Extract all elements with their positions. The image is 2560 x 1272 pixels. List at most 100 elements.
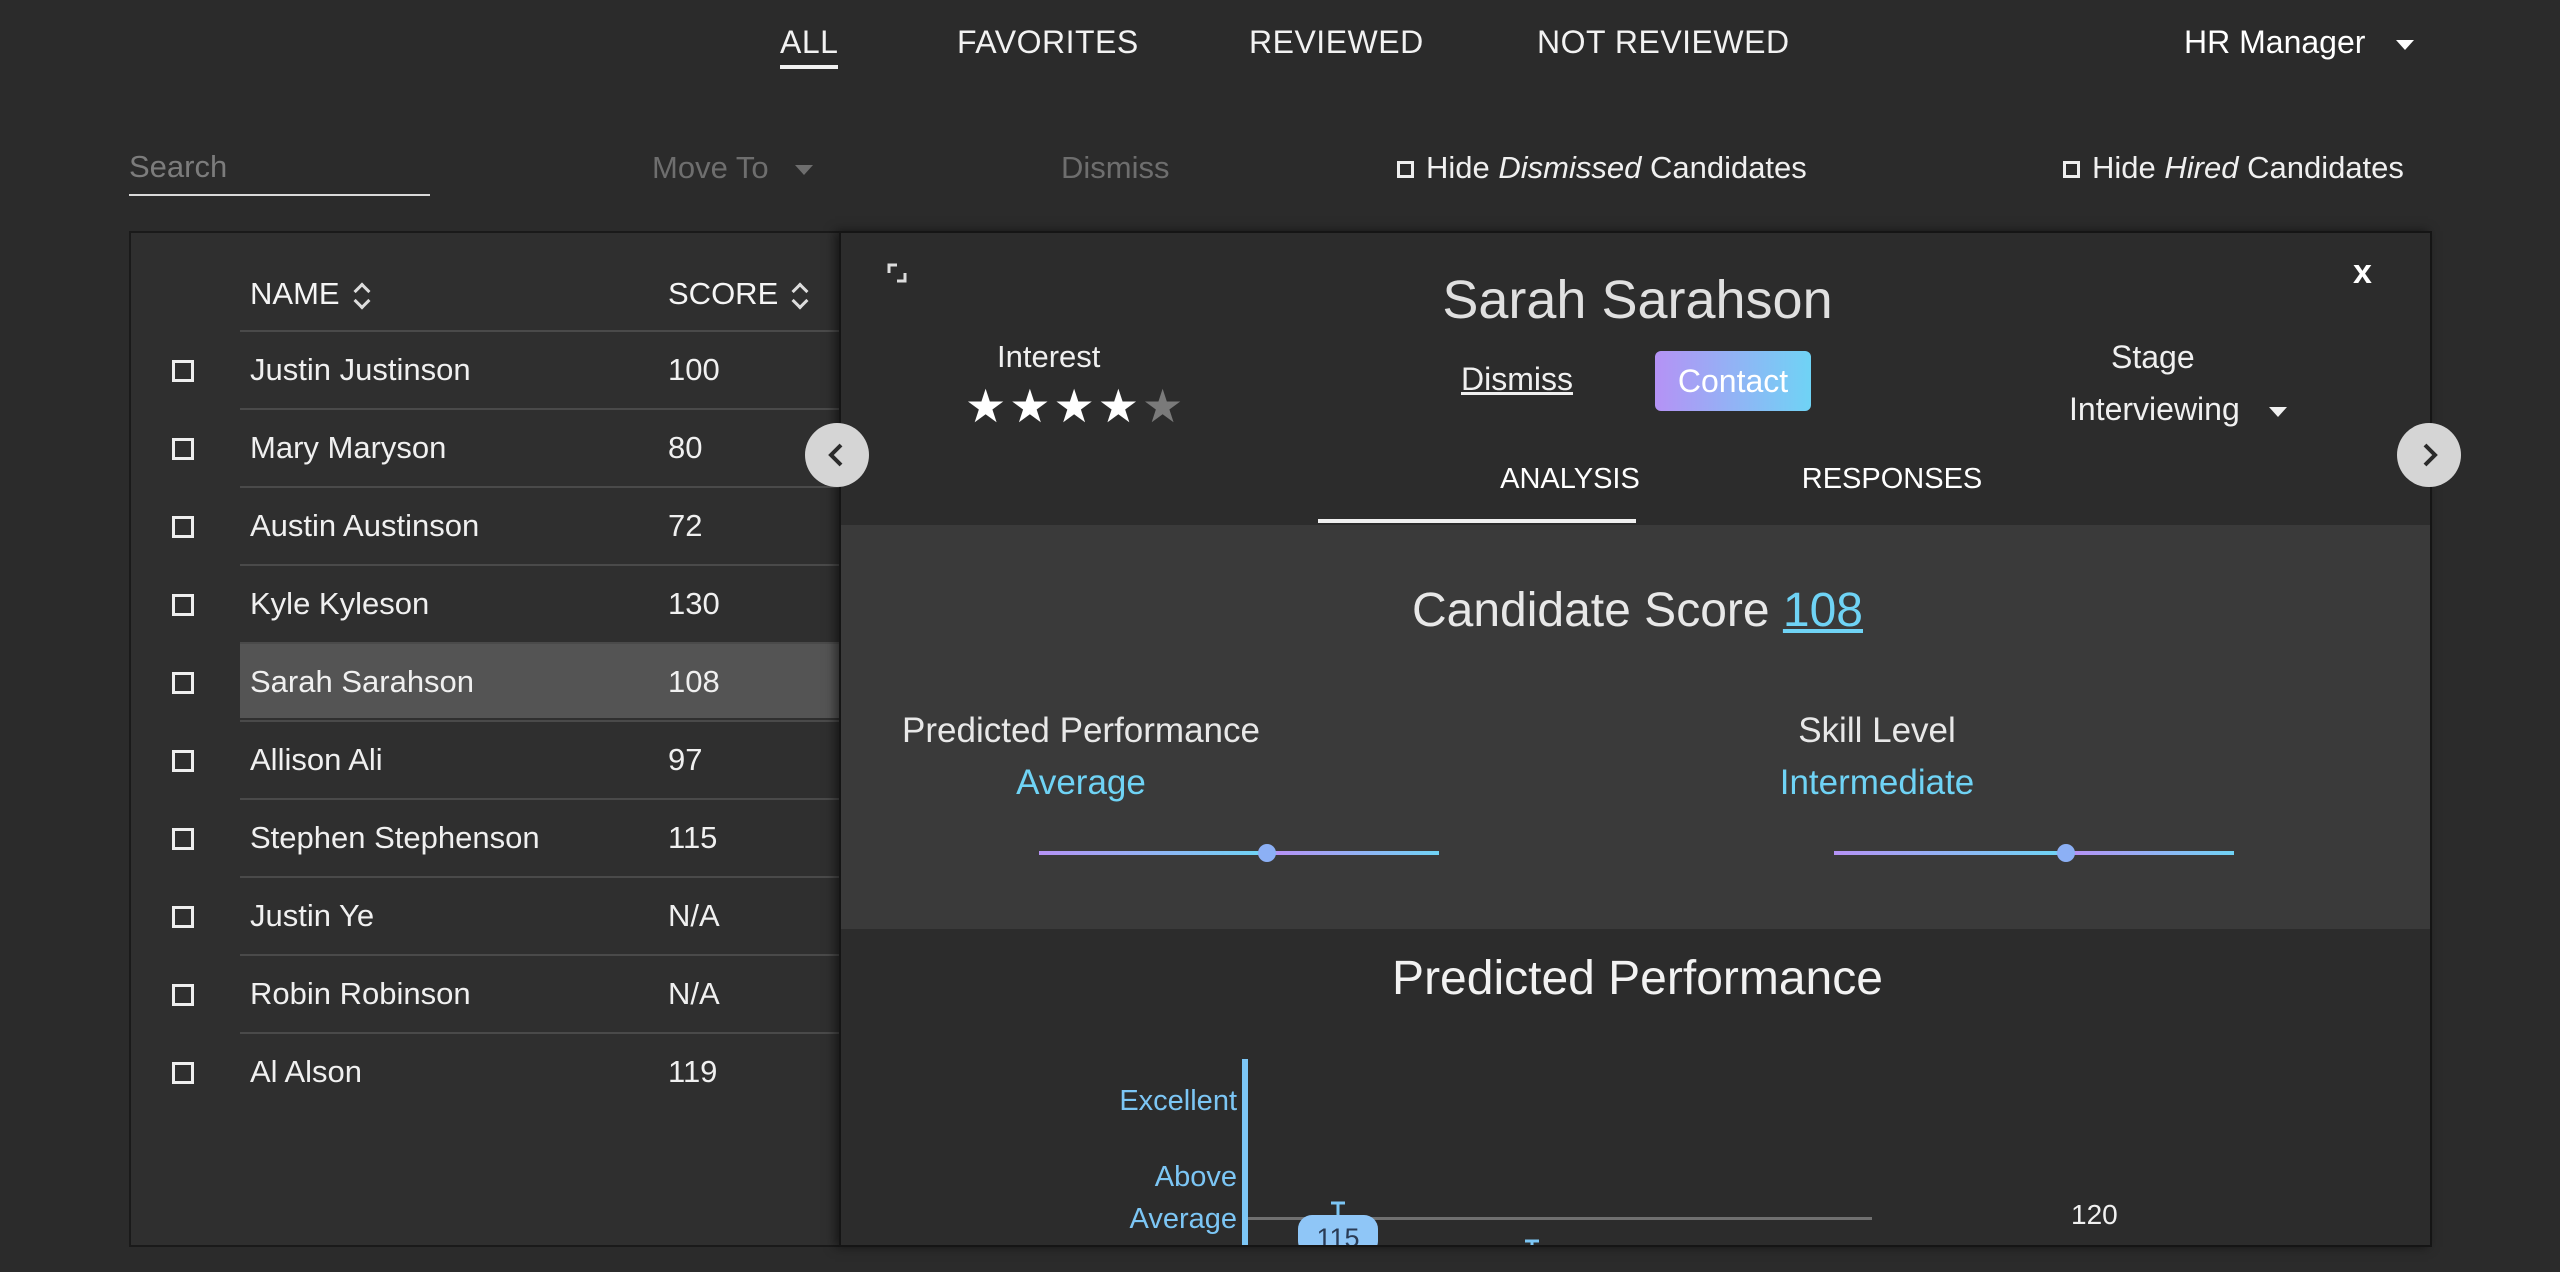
stage-value: Interviewing <box>2069 391 2240 427</box>
predicted-performance-chart-title: Predicted Performance <box>1392 952 1883 1005</box>
skill-level-value: Intermediate <box>1779 763 1975 802</box>
dismiss-link[interactable]: Dismiss <box>1461 361 1573 398</box>
candidate-score: 80 <box>668 430 703 465</box>
candidate-name: Robin Robinson <box>250 976 471 1011</box>
move-to-dropdown[interactable]: Move To <box>652 150 814 186</box>
candidate-name: Allison Ali <box>250 742 383 777</box>
hide-dismissed-suffix: Candidates <box>1641 150 1807 185</box>
hide-dismissed-toggle[interactable]: Hide Dismissed Candidates <box>1397 150 1807 186</box>
star-filled-icon[interactable]: ★ <box>1098 380 1139 432</box>
row-checkbox[interactable] <box>172 594 194 616</box>
row-checkbox[interactable] <box>172 828 194 850</box>
role-dropdown[interactable]: HR Manager <box>2184 24 2415 61</box>
role-label: HR Manager <box>2184 24 2366 60</box>
row-checkbox[interactable] <box>172 1062 194 1084</box>
active-tab-indicator <box>1318 519 1636 523</box>
score-summary-section: Candidate Score 108 Predicted Performanc… <box>841 525 2430 929</box>
search-input[interactable] <box>129 140 430 196</box>
candidate-score-value[interactable]: 108 <box>1783 584 1863 637</box>
candidate-name-title: Sarah Sarahson <box>1442 270 1833 330</box>
error-bar-icon <box>1525 1239 1539 1245</box>
candidate-score: 100 <box>668 352 720 387</box>
hide-hired-prefix: Hide <box>2092 150 2165 185</box>
predicted-performance-value: Average <box>1016 763 1146 802</box>
skill-level-slider <box>1834 844 2234 862</box>
reference-value: 120 <box>2071 1199 2118 1230</box>
y-label-excellent: Excellent <box>1119 1085 1237 1117</box>
candidate-score: 72 <box>668 508 703 543</box>
candidate-name: Austin Austinson <box>250 508 480 543</box>
previous-candidate-button[interactable] <box>805 423 869 487</box>
tab-all[interactable]: ALL <box>780 24 839 69</box>
table-row[interactable]: Al Alson 119 <box>240 1032 841 1108</box>
candidate-name: Justin Justinson <box>250 352 471 387</box>
row-checkbox[interactable] <box>172 984 194 1006</box>
skill-level-label: Skill Level <box>1798 711 1956 750</box>
close-icon[interactable]: x <box>2353 253 2372 292</box>
checkbox-icon <box>1397 161 1414 179</box>
candidate-name: Mary Maryson <box>250 430 447 465</box>
stage-dropdown[interactable]: Interviewing <box>2069 391 2287 428</box>
sort-icon <box>354 281 370 311</box>
row-checkbox[interactable] <box>172 360 194 382</box>
tab-responses[interactable]: RESPONSES <box>1734 463 2050 496</box>
table-row[interactable]: Stephen Stephenson 115 <box>240 798 841 874</box>
table-row[interactable]: Justin Justinson 100 <box>240 330 841 406</box>
candidate-score: 108 <box>668 664 720 699</box>
row-checkbox[interactable] <box>172 750 194 772</box>
candidate-score-label: Candidate Score <box>1412 584 1783 637</box>
stage-label: Stage <box>2111 339 2195 375</box>
row-checkbox[interactable] <box>172 906 194 928</box>
star-filled-icon[interactable]: ★ <box>1009 380 1050 432</box>
candidate-name: Al Alson <box>250 1054 363 1089</box>
tab-analysis[interactable]: ANALYSIS <box>1412 463 1728 496</box>
tab-reviewed[interactable]: REVIEWED <box>1249 24 1424 61</box>
checkbox-icon <box>2063 161 2080 179</box>
dismiss-bulk-button[interactable]: Dismiss <box>1061 150 1170 186</box>
name-header-label: NAME <box>250 276 340 311</box>
star-empty-icon[interactable]: ★ <box>1142 380 1183 432</box>
chevron-down-icon <box>2268 406 2287 417</box>
table-row-selected[interactable]: Sarah Sarahson 108 <box>240 642 841 718</box>
hide-hired-toggle[interactable]: Hide Hired Candidates <box>2063 150 2404 186</box>
sort-icon <box>792 281 808 311</box>
candidate-score-heading: Candidate Score 108 <box>841 583 2430 638</box>
candidate-score: N/A <box>668 976 720 1011</box>
slider-handle <box>2057 844 2075 862</box>
candidate-score: 115 <box>668 820 718 855</box>
candidate-name: Sarah Sarahson <box>250 664 475 699</box>
tab-favorites[interactable]: FAVORITES <box>957 24 1139 61</box>
table-row[interactable]: Justin Ye N/A <box>240 876 841 952</box>
candidate-score: N/A <box>668 898 720 933</box>
next-candidate-button[interactable] <box>2397 423 2461 487</box>
candidate-score: 97 <box>668 742 703 777</box>
contact-button[interactable]: Contact <box>1655 351 1811 411</box>
table-row[interactable]: Robin Robinson N/A <box>240 954 841 1030</box>
hide-hired-suffix: Candidates <box>2238 150 2404 185</box>
chevron-down-icon <box>2396 39 2415 50</box>
y-label-above: Above <box>1154 1161 1237 1193</box>
interest-label: Interest <box>997 339 1101 374</box>
interest-rating[interactable]: ★★★★★ <box>965 379 1186 433</box>
row-checkbox[interactable] <box>172 516 194 538</box>
predicted-performance-label: Predicted Performance <box>902 711 1260 750</box>
name-column-header[interactable]: NAME <box>250 276 370 312</box>
table-row[interactable]: Kyle Kyleson 130 <box>240 564 841 640</box>
chevron-down-icon <box>795 164 814 175</box>
candidate-name: Stephen Stephenson <box>250 820 540 855</box>
tab-not-reviewed[interactable]: NOT REVIEWED <box>1537 24 1790 61</box>
candidate-score: 130 <box>668 586 720 621</box>
table-row[interactable]: Austin Austinson 72 <box>240 486 841 562</box>
score-column-header[interactable]: SCORE <box>668 276 808 312</box>
chevron-right-icon <box>2423 443 2438 467</box>
star-filled-icon[interactable]: ★ <box>965 380 1006 432</box>
star-filled-icon[interactable]: ★ <box>1054 380 1095 432</box>
score-bubble[interactable]: 115 <box>1298 1215 1378 1245</box>
table-row[interactable]: Allison Ali 97 <box>240 720 841 796</box>
table-row[interactable]: Mary Maryson 80 <box>240 408 841 484</box>
row-checkbox[interactable] <box>172 438 194 460</box>
candidate-detail-panel: Sarah Sarahson x Interest ★★★★★ Dismiss … <box>839 231 2432 1247</box>
candidate-score: 119 <box>668 1054 718 1089</box>
slider-handle <box>1258 844 1276 862</box>
row-checkbox[interactable] <box>172 672 194 694</box>
